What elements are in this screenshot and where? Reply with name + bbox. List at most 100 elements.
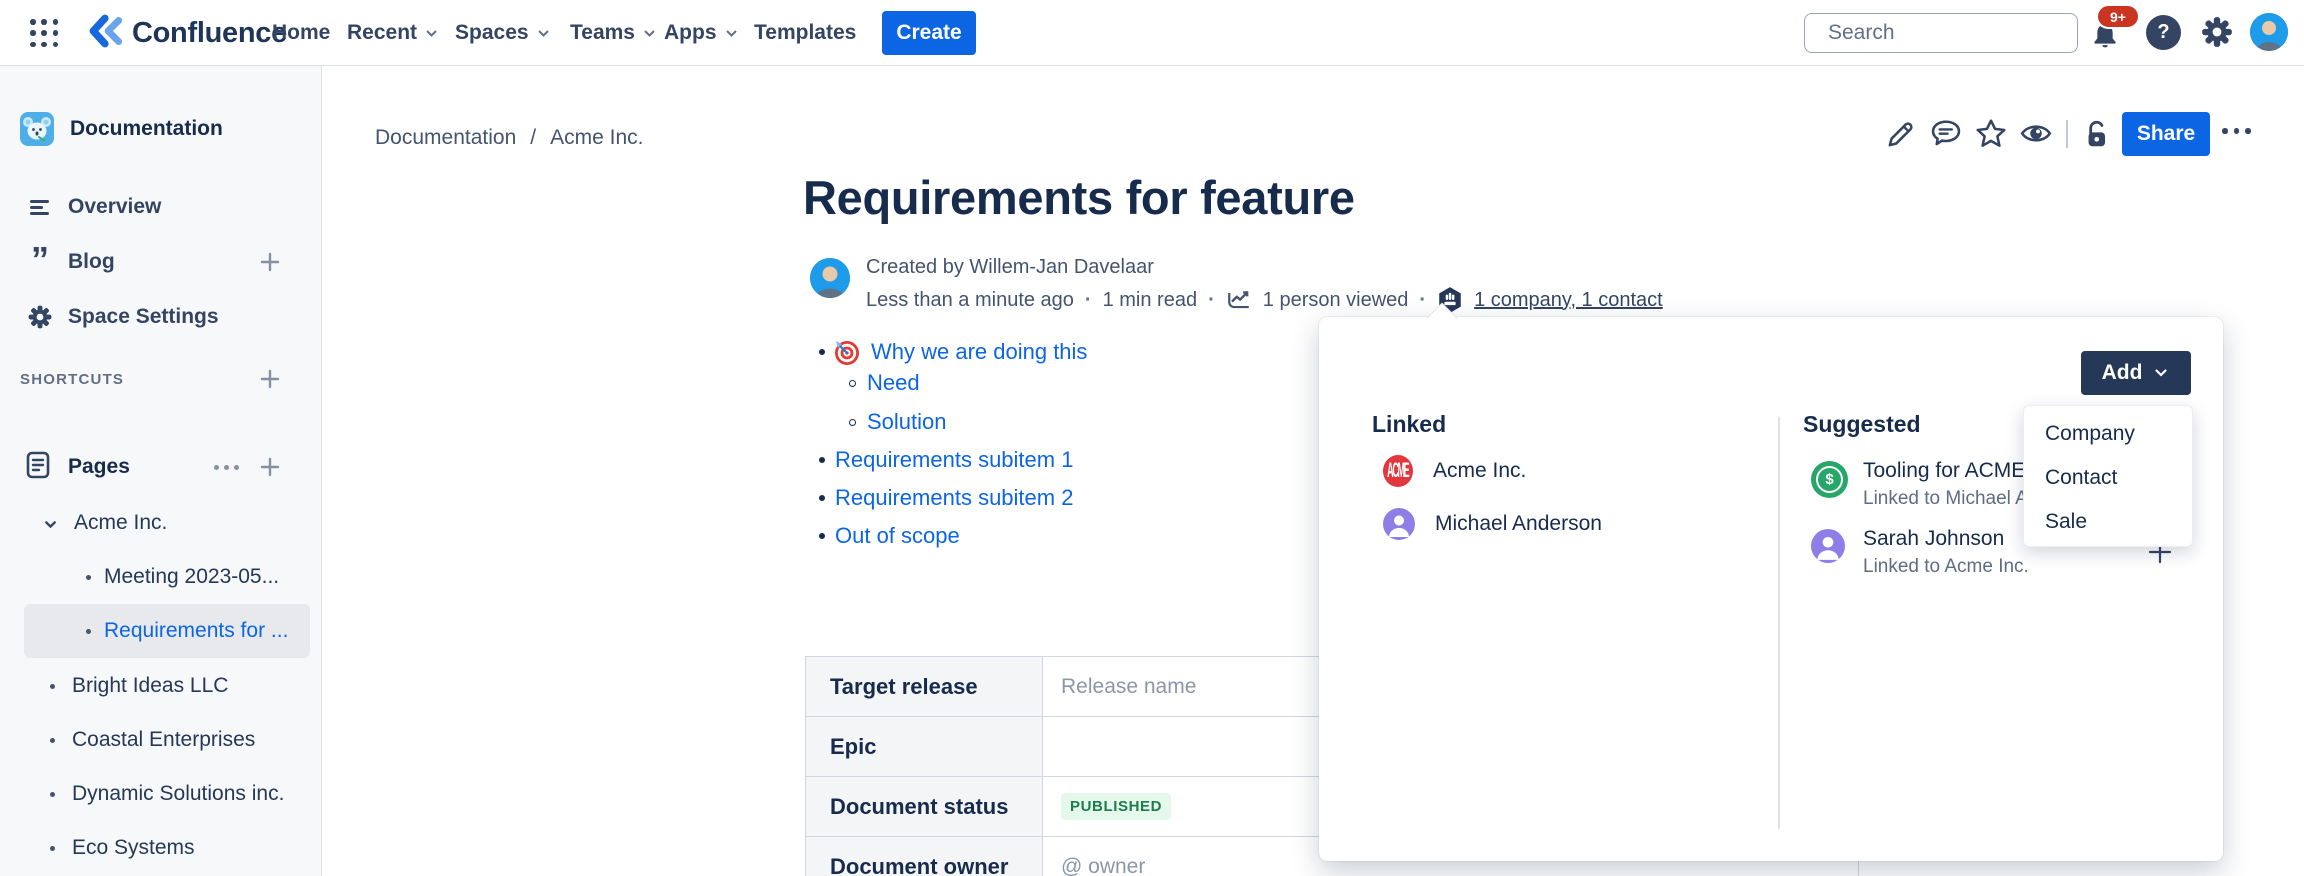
company-logo-icon: ACME: [1383, 455, 1413, 487]
confluence-app: Confluence Home Recent Spaces Teams Apps…: [0, 0, 2304, 876]
outline-link[interactable]: Why we are doing this: [871, 339, 1087, 365]
add-page-icon[interactable]: [258, 455, 282, 479]
breadcrumb-documentation[interactable]: Documentation: [375, 126, 516, 150]
placeholder-text: Release name: [1061, 675, 1196, 698]
settings-button[interactable]: [2200, 15, 2234, 49]
outline-link[interactable]: Solution: [867, 409, 947, 435]
linked-section-heading: Linked: [1372, 411, 1446, 438]
sale-dollar-icon: $: [1811, 461, 1848, 498]
chevron-down-icon: [424, 26, 439, 41]
nav-apps[interactable]: Apps: [664, 0, 739, 66]
bullet-circle-icon: [849, 419, 856, 426]
nav-templates[interactable]: Templates: [754, 0, 856, 66]
breadcrumb: Documentation / Acme Inc.: [375, 126, 643, 150]
gear-icon: [26, 304, 54, 330]
breadcrumb-acme-inc[interactable]: Acme Inc.: [550, 126, 643, 150]
tree-item-acme-inc[interactable]: Acme Inc.: [0, 503, 300, 543]
nav-teams[interactable]: Teams: [570, 0, 657, 66]
status-badge: PUBLISHED: [1061, 793, 1171, 820]
tree-item-dynamic-solutions[interactable]: Dynamic Solutions inc.: [0, 774, 300, 814]
property-label: Target release: [806, 657, 1043, 717]
linked-item-contact[interactable]: Michael Anderson: [1383, 508, 1602, 540]
chevron-down-icon: [2152, 364, 2170, 382]
property-label: Document owner: [806, 837, 1043, 876]
confluence-mark-icon: [88, 13, 124, 54]
tree-item-eco-systems[interactable]: Eco Systems: [0, 828, 300, 868]
bullet-icon: [819, 349, 825, 355]
help-button[interactable]: ?: [2146, 15, 2181, 50]
outline-link[interactable]: Need: [867, 370, 920, 396]
star-icon: [1974, 117, 2008, 151]
search-input[interactable]: [1826, 20, 2101, 46]
space-sidebar: Documentation Overview ” Blog Space Sett…: [0, 66, 322, 876]
outline-link[interactable]: Requirements subitem 2: [835, 485, 1073, 511]
tree-item-coastal-enterprises[interactable]: Coastal Enterprises: [0, 720, 300, 760]
gear-icon: [2200, 15, 2234, 49]
notifications-button[interactable]: 9+: [2088, 10, 2140, 58]
quote-icon: ”: [26, 250, 54, 274]
nav-home[interactable]: Home: [272, 0, 330, 66]
brand-wordmark: Confluence: [132, 17, 287, 50]
top-bar: Confluence Home Recent Spaces Teams Apps…: [0, 0, 2304, 66]
create-button[interactable]: Create: [882, 11, 976, 55]
space-header[interactable]: Documentation: [20, 112, 223, 146]
crm-links-popup-trigger[interactable]: 1 company, 1 contact: [1474, 289, 1663, 312]
breadcrumb-separator: /: [530, 126, 536, 150]
page-title: Requirements for feature: [803, 170, 1355, 225]
favourite-button[interactable]: [1974, 117, 2008, 151]
question-mark-icon: ?: [2157, 21, 2169, 44]
bullet-icon: [819, 457, 825, 463]
viewers-link[interactable]: 1 person viewed: [1263, 289, 1409, 312]
more-actions-icon[interactable]: [2222, 128, 2251, 134]
contact-avatar-icon: [1383, 508, 1415, 540]
menu-item-contact[interactable]: Contact: [2024, 456, 2192, 500]
eye-icon: [2019, 117, 2053, 151]
sidebar-item-blog[interactable]: ” Blog: [0, 241, 322, 283]
pages-icon: [24, 450, 52, 485]
add-blog-icon[interactable]: [258, 250, 282, 274]
outline-link[interactable]: Out of scope: [835, 523, 960, 549]
tree-item-meeting[interactable]: Meeting 2023-05...: [0, 557, 300, 597]
shortcuts-section: SHORTCUTS: [20, 366, 302, 392]
analytics-chart-icon: [1226, 288, 1252, 312]
target-emoji-icon: [833, 339, 860, 372]
unlock-icon: [2079, 117, 2113, 151]
bullet-circle-icon: [849, 380, 856, 387]
comment-icon: [1929, 117, 1963, 151]
nav-spaces[interactable]: Spaces: [455, 0, 551, 66]
share-button[interactable]: Share: [2122, 112, 2210, 156]
comment-button[interactable]: [1929, 117, 1963, 151]
author-avatar[interactable]: [810, 258, 850, 298]
suggested-section-heading: Suggested: [1803, 411, 1921, 438]
contact-avatar-icon: [1811, 529, 1845, 563]
edit-button[interactable]: [1884, 117, 1918, 151]
space-koala-icon: [20, 112, 54, 146]
tree-item-requirements-selected[interactable]: Requirements for ...: [24, 604, 310, 658]
bullet-icon: [819, 495, 825, 501]
confluence-logo[interactable]: Confluence: [88, 13, 287, 54]
sidebar-item-overview[interactable]: Overview: [0, 186, 322, 228]
outline-link[interactable]: Requirements subitem 1: [835, 447, 1073, 473]
chevron-down-icon: [536, 26, 551, 41]
user-avatar[interactable]: [2250, 13, 2288, 51]
add-shortcut-icon[interactable]: [258, 367, 282, 391]
add-button[interactable]: Add: [2081, 351, 2191, 395]
app-switcher-icon[interactable]: [30, 19, 60, 49]
watch-button[interactable]: [2019, 117, 2053, 151]
restrictions-button[interactable]: [2079, 117, 2113, 151]
global-search[interactable]: [1804, 13, 2078, 53]
chevron-down-icon: [642, 26, 657, 41]
menu-item-company[interactable]: Company: [2024, 412, 2192, 456]
pages-more-icon[interactable]: [208, 459, 245, 476]
nav-recent[interactable]: Recent: [347, 0, 439, 66]
linked-item-company[interactable]: ACME Acme Inc.: [1383, 455, 1526, 487]
chevron-down-icon[interactable]: [42, 515, 59, 539]
last-modified-text: Less than a minute ago: [866, 289, 1074, 312]
menu-item-sale[interactable]: Sale: [2024, 500, 2192, 544]
property-label: Epic: [806, 717, 1043, 777]
sidebar-item-space-settings[interactable]: Space Settings: [0, 296, 322, 338]
space-name: Documentation: [70, 117, 223, 141]
pages-section-header[interactable]: Pages: [0, 446, 322, 488]
property-label: Document status: [806, 777, 1043, 837]
tree-item-bright-ideas[interactable]: Bright Ideas LLC: [0, 666, 300, 706]
